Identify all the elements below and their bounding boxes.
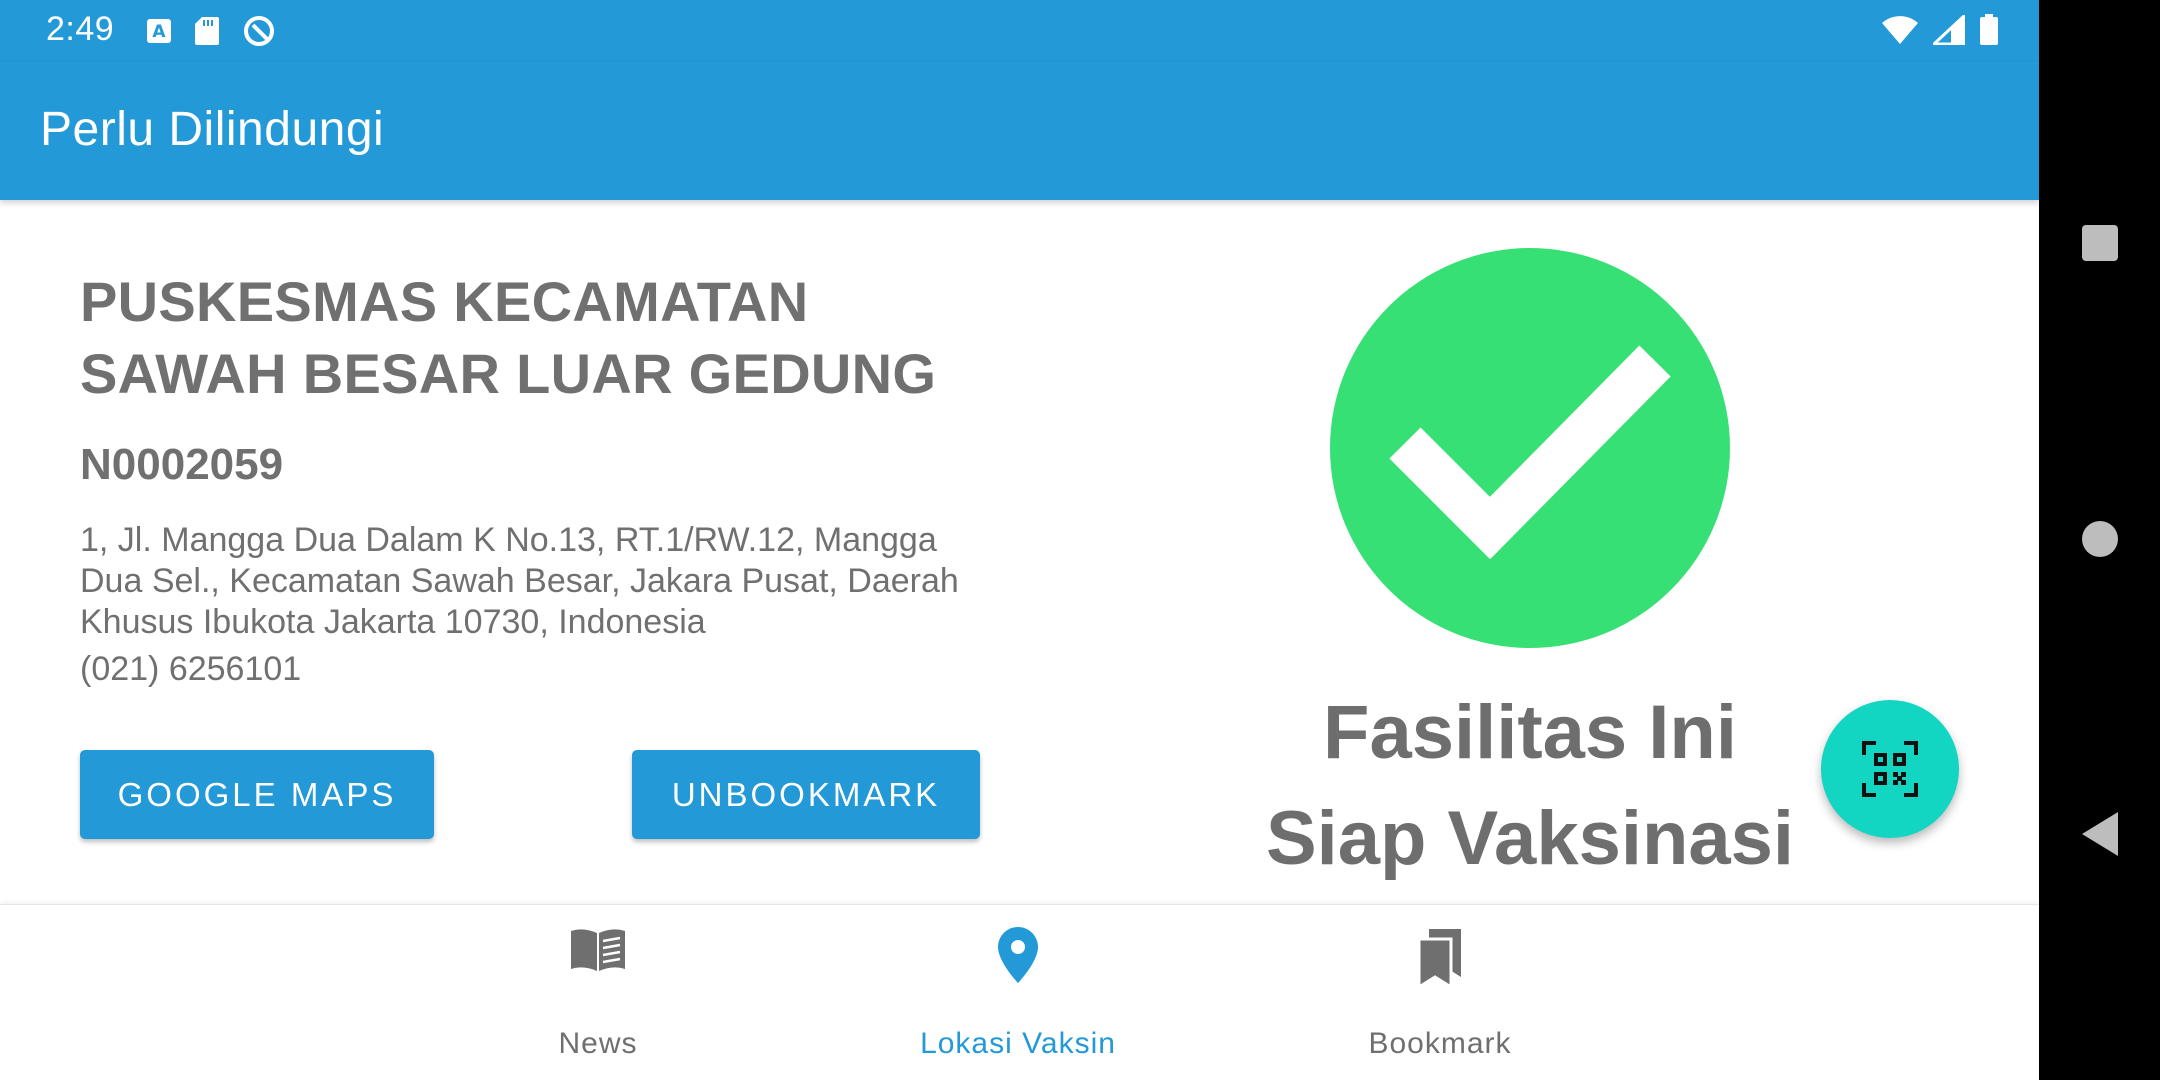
nav-label-bookmark: Bookmark — [1368, 1027, 1512, 1060]
app-title: Perlu Dilindungi — [40, 103, 385, 156]
facility-name: PUSKESMAS KECAMATAN SAWAH BESAR LUAR GED… — [80, 270, 937, 405]
bookmarks-icon — [1417, 929, 1461, 987]
system-navigation-bar — [2039, 0, 2160, 1080]
book-open-icon — [571, 929, 625, 971]
google-maps-button[interactable]: GOOGLE MAPS — [80, 750, 434, 839]
app-screen: 2:49 A Perlu Dilindungi PUSKESMAS KECAMA… — [0, 0, 2039, 1080]
check-circle-icon — [1330, 248, 1730, 648]
nav-label-news: News — [558, 1027, 638, 1060]
facility-code: N0002059 — [80, 440, 284, 489]
location-pin-icon — [998, 927, 1038, 983]
sd-card-icon — [194, 16, 220, 51]
status-time: 2:49 — [46, 10, 115, 48]
translate-a-icon: A — [146, 18, 172, 49]
facility-phone[interactable]: (021) 6256101 — [80, 650, 301, 689]
status-bar: 2:49 A — [0, 0, 2039, 62]
recents-button[interactable] — [2039, 224, 2160, 262]
signal-icon — [1930, 12, 1966, 50]
battery-icon — [1979, 14, 1999, 51]
back-button[interactable] — [2039, 812, 2160, 856]
nav-label-lokasi-vaksin: Lokasi Vaksin — [920, 1027, 1116, 1060]
status-message-line1: Fasilitas Ini — [1323, 690, 1737, 775]
facility-address: 1, Jl. Mangga Dua Dalam K No.13, RT.1/RW… — [80, 521, 959, 641]
nav-item-bookmark[interactable]: Bookmark — [1290, 905, 1590, 1080]
bottom-navigation: News Lokasi Vaksin Bookmark — [0, 904, 2039, 1080]
app-bar: Perlu Dilindungi — [0, 62, 2039, 200]
status-icons-left: A — [146, 14, 276, 53]
wifi-icon — [1881, 15, 1919, 50]
status-icons-right — [1881, 12, 1999, 51]
home-icon — [2081, 521, 2118, 557]
unbookmark-button[interactable]: UNBOOKMARK — [632, 750, 980, 839]
nav-item-lokasi-vaksin[interactable]: Lokasi Vaksin — [868, 905, 1168, 1080]
qr-scan-fab[interactable] — [1821, 700, 1959, 838]
svg-text:A: A — [152, 22, 166, 42]
home-button[interactable] — [2039, 520, 2160, 558]
data-saver-icon — [242, 14, 276, 53]
recents-icon — [2081, 225, 2118, 261]
status-message-line2: Siap Vaksinasi — [1265, 796, 1795, 881]
back-icon — [2081, 812, 2118, 856]
nav-item-news[interactable]: News — [448, 905, 748, 1080]
qr-scan-icon — [1862, 741, 1918, 797]
vaccination-status-message: Fasilitas Ini Siap Vaksinasi — [1230, 680, 1830, 892]
